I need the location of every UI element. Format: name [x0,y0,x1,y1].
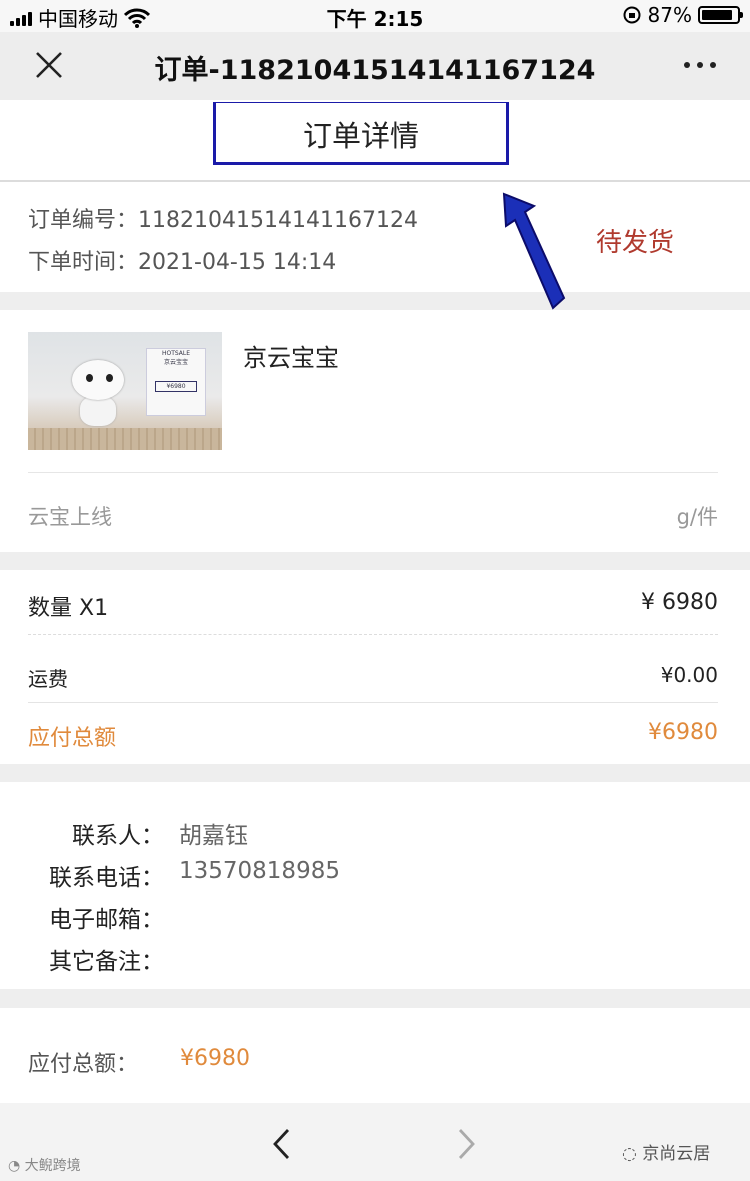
order-time-row: 下单时间：2021-04-15 14:14 [28,244,336,276]
watermark-right-text: 京尚云居 [642,1144,711,1164]
header-card: 订单详情 [0,100,750,180]
quantity-label: 数量 X1 [28,596,109,621]
contact-card: 联系人： 胡嘉钰 联系电话： 13570818985 电子邮箱： 其它备注： [0,782,750,989]
quantity-price: ¥ 6980 [641,590,718,615]
status-bar: 中国移动 下午 2:15 87% [0,0,750,32]
divider [28,472,718,473]
product-card: HOTSALE 京云宝宝 ¥6980 京云宝宝 云宝上线 g/件 [0,310,750,552]
product-image[interactable]: HOTSALE 京云宝宝 ¥6980 [28,332,222,450]
shipping-row: 运费 ¥0.00 [28,663,718,692]
order-number-row: 订单编号：118210415141411671​24 [28,202,418,234]
nav-bar: 订单-1182104151414116​7124 [0,32,750,100]
watermark-left: ◔ 大鲵跨境 [8,1155,81,1175]
divider [28,634,718,635]
order-info-card: 订单编号：118210415141411671​24 下单时间：2021-04-… [0,182,750,292]
more-icon[interactable] [684,62,716,68]
robot-head [72,360,124,400]
product-name[interactable]: 京云宝宝 [243,338,339,373]
back-icon[interactable] [270,1127,294,1161]
product-spec: 云宝上线 [28,505,112,529]
order-time-value: 2021-04-15 14:14 [138,250,337,275]
forward-icon[interactable] [454,1127,478,1161]
contact-person-label: 联系人： [72,823,164,849]
thumb-name: 京云宝宝 [163,359,188,366]
rotation-lock-icon [623,6,641,24]
watermark-icon: ◔ [8,1158,21,1174]
browser-toolbar: ◔ 大鲵跨境 ◌ 京尚云居 [0,1103,750,1181]
order-number-label: 订单编号： [28,208,139,233]
divider [28,702,718,703]
wechat-icon: ◌ [622,1144,637,1164]
watermark-right: ◌ 京尚云居 [622,1139,710,1164]
contact-note-label: 其它备注： [49,949,164,975]
thumb-price: ¥6980 [155,381,197,392]
total-label: 应付总额： [28,1052,139,1077]
price-card: 数量 X1 ¥ 6980 运费 ¥0.00 应付总额 ¥6980 [0,570,750,764]
contact-phone-value[interactable]: 13570818985 [179,858,340,884]
annotation-arrow-icon [502,192,566,310]
amount-due-value: ¥6980 [648,720,718,745]
total-card: 应付总额： ¥6980 [0,1008,750,1103]
contact-phone-label: 联系电话： [49,865,164,891]
quantity-row: 数量 X1 ¥ 6980 [28,590,718,622]
nav-title: 订单-1182104151414116​7124 [154,55,596,86]
product-unit: g/件 [676,505,718,529]
robot-eye [106,374,113,382]
order-number-value: 118210415141411671​24 [138,208,418,233]
battery-icon [698,6,743,24]
shipping-label: 运费 [28,667,68,691]
amount-due-label: 应付总额 [28,726,117,751]
contact-person-value: 胡嘉钰 [179,823,248,849]
floor [28,428,222,450]
thumb-brand: HOTSALE [161,350,191,357]
status-right: 87% [622,3,743,27]
order-detail-tab[interactable]: 订单详情 [213,102,509,165]
amount-due-row: 应付总额 ¥6980 [28,720,718,752]
product-panel: HOTSALE 京云宝宝 ¥6980 [146,348,206,416]
battery-percent: 87% [647,3,692,27]
robot-body [80,396,116,426]
shipping-value: ¥0.00 [660,663,718,687]
order-status: 待发货 [596,228,675,258]
order-time-label: 下单时间： [28,250,139,275]
robot-eye [86,374,93,382]
total-value: ¥6980 [180,1046,250,1071]
watermark-left-text: 大鲵跨境 [24,1158,81,1174]
contact-email-label: 电子邮箱： [49,907,164,933]
